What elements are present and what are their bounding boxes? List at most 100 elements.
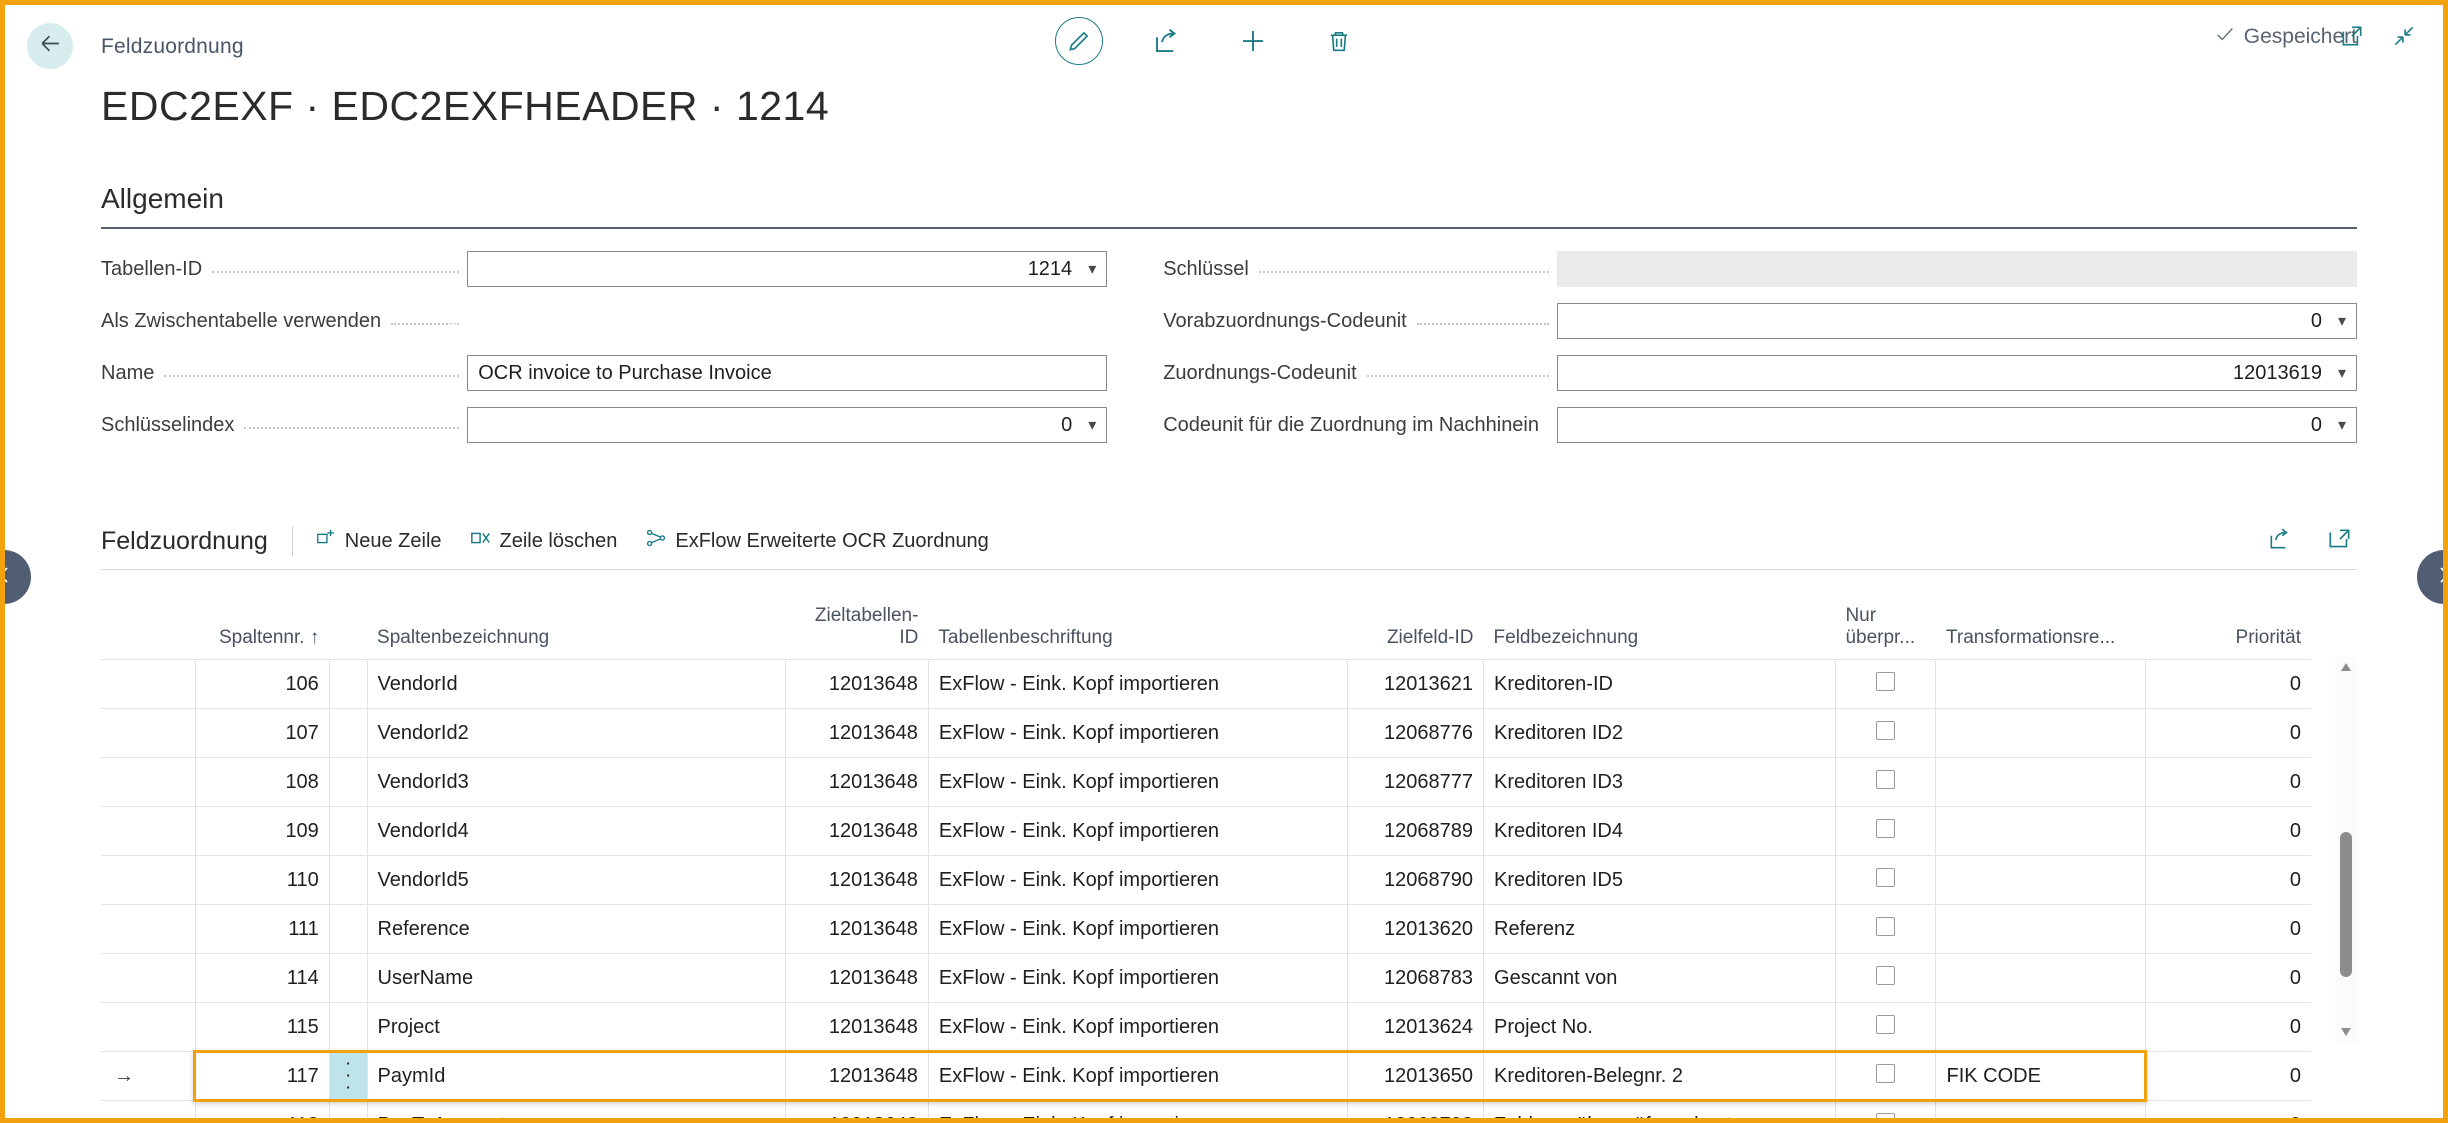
cell-nur-ueberpruefen[interactable]	[1835, 659, 1937, 709]
cell-zieltabellen-id[interactable]: 12013648	[785, 855, 929, 905]
scrollbar-thumb[interactable]	[2340, 832, 2352, 977]
cell-spaltennr[interactable]: 109	[195, 806, 330, 856]
cell-transformationsregel[interactable]	[1935, 806, 2146, 856]
checkbox[interactable]	[1876, 867, 1896, 887]
new-row-button[interactable]: Neue Zeile	[315, 527, 442, 555]
schluesselindex-input[interactable]: 0 ▾	[467, 407, 1108, 443]
cell-spaltenbezeichnung[interactable]: PayToAccount	[367, 1100, 787, 1118]
chevron-down-icon[interactable]: ▾	[1088, 259, 1096, 279]
cell-spaltennr[interactable]: 107	[195, 708, 330, 758]
open-in-new-window-button[interactable]	[2335, 21, 2369, 55]
chevron-down-icon[interactable]: ▾	[2338, 415, 2346, 435]
cell-prioritaet[interactable]: 0	[2145, 953, 2311, 1003]
vertical-dots-icon[interactable]: ·	[340, 1078, 357, 1097]
back-button[interactable]	[27, 23, 73, 69]
row-menu-cell[interactable]: · · ·	[329, 1051, 368, 1101]
cell-zieltabellen-id[interactable]: 12013648	[785, 659, 929, 709]
cell-zielfeld-id[interactable]: 12068776	[1347, 708, 1485, 758]
checkbox[interactable]	[1876, 965, 1896, 985]
cell-transformationsregel[interactable]	[1935, 708, 2146, 758]
row-selector-cell[interactable]	[147, 757, 196, 807]
cell-spaltennr[interactable]: 110	[195, 855, 330, 905]
row-menu-cell[interactable]	[329, 806, 368, 856]
cell-tabellenbeschriftung[interactable]: ExFlow - Eink. Kopf importieren	[928, 1100, 1348, 1118]
checkbox[interactable]	[1876, 769, 1896, 789]
cell-nur-ueberpruefen[interactable]	[1835, 855, 1937, 905]
cell-zieltabellen-id[interactable]: 12013648	[785, 1051, 929, 1101]
cell-spaltennr[interactable]: 115	[195, 1002, 330, 1052]
cell-spaltenbezeichnung[interactable]: VendorId3	[367, 757, 787, 807]
scroll-up-button[interactable]	[2335, 657, 2357, 677]
cell-tabellenbeschriftung[interactable]: ExFlow - Eink. Kopf importieren	[928, 1002, 1348, 1052]
cell-nur-ueberpruefen[interactable]	[1835, 953, 1937, 1003]
codeunit-nachhinein-input[interactable]: 0 ▾	[1557, 407, 2357, 443]
cell-prioritaet[interactable]: 0	[2145, 757, 2311, 807]
col-header-prioritaet[interactable]: Priorität	[2145, 605, 2311, 660]
cell-spaltennr[interactable]: 111	[195, 904, 330, 954]
table-row[interactable]: 109 VendorId4 12013648 ExFlow - Eink. Kopf …	[101, 806, 2311, 856]
chevron-down-icon[interactable]: ▾	[2338, 311, 2346, 331]
cell-feldbezeichnung[interactable]: Kreditoren ID2	[1483, 708, 1836, 758]
cell-transformationsregel[interactable]	[1935, 757, 2146, 807]
table-row[interactable]: 107 VendorId2 12013648 ExFlow - Eink. Kopf …	[101, 708, 2311, 758]
cell-feldbezeichnung[interactable]: Project No.	[1483, 1002, 1836, 1052]
row-selector-cell[interactable]	[147, 904, 196, 954]
checkbox[interactable]	[1876, 671, 1896, 691]
cell-spaltenbezeichnung[interactable]: Project	[367, 1002, 787, 1052]
cell-transformationsregel[interactable]	[1935, 953, 2146, 1003]
delete-row-button[interactable]: Zeile löschen	[470, 527, 617, 555]
cell-zielfeld-id[interactable]: 12068790	[1347, 855, 1485, 905]
cell-zieltabellen-id[interactable]: 12013648	[785, 1002, 929, 1052]
cell-prioritaet[interactable]: 0	[2145, 708, 2311, 758]
cell-prioritaet[interactable]: 0	[2145, 855, 2311, 905]
new-button[interactable]	[1231, 19, 1275, 63]
row-selector-cell[interactable]	[147, 659, 196, 709]
cell-tabellenbeschriftung[interactable]: ExFlow - Eink. Kopf importieren	[928, 708, 1348, 758]
cell-nur-ueberpruefen[interactable]	[1835, 1051, 1937, 1101]
open-in-excel-button[interactable]	[2323, 524, 2357, 558]
table-row[interactable]: 110 VendorId5 12013648 ExFlow - Eink. Kopf …	[101, 855, 2311, 905]
collapse-button[interactable]	[2387, 21, 2421, 55]
col-header-spaltennr[interactable]: Spaltennr. ↑	[195, 605, 329, 660]
cell-prioritaet[interactable]: 0	[2145, 806, 2311, 856]
row-menu-cell[interactable]	[329, 757, 368, 807]
cell-nur-ueberpruefen[interactable]	[1835, 1002, 1937, 1052]
cell-zielfeld-id[interactable]: 12013650	[1347, 1051, 1485, 1101]
cell-nur-ueberpruefen[interactable]	[1835, 806, 1937, 856]
cell-zielfeld-id[interactable]: 12068798	[1347, 1100, 1485, 1118]
cell-nur-ueberpruefen[interactable]	[1835, 708, 1937, 758]
share-button[interactable]	[1145, 19, 1189, 63]
exflow-mapping-button[interactable]: ExFlow Erweiterte OCR Zuordnung	[645, 527, 989, 555]
cell-zielfeld-id[interactable]: 12068789	[1347, 806, 1485, 856]
previous-record-button[interactable]	[5, 550, 31, 604]
row-selector-cell[interactable]	[147, 1100, 196, 1118]
cell-spaltennr[interactable]: 117	[195, 1051, 330, 1101]
cell-zieltabellen-id[interactable]: 12013648	[785, 904, 929, 954]
zuordnungs-codeunit-input[interactable]: 12013619 ▾	[1557, 355, 2357, 391]
subgrid-share-button[interactable]	[2263, 524, 2297, 558]
cell-nur-ueberpruefen[interactable]	[1835, 904, 1937, 954]
cell-tabellenbeschriftung[interactable]: ExFlow - Eink. Kopf importieren	[928, 757, 1348, 807]
cell-feldbezeichnung[interactable]: Kreditoren-Belegnr. 2	[1483, 1051, 1836, 1101]
cell-feldbezeichnung[interactable]: Referenz	[1483, 904, 1836, 954]
col-header-zieltabellen-id[interactable]: Zieltabellen-ID	[786, 605, 928, 660]
table-row[interactable]: 115 Project 12013648 ExFlow - Eink. Kopf im…	[101, 1002, 2311, 1052]
col-header-tabellenbeschriftung[interactable]: Tabellenbeschriftung	[928, 605, 1347, 660]
checkbox[interactable]	[1876, 1063, 1896, 1083]
cell-zielfeld-id[interactable]: 12068777	[1347, 757, 1485, 807]
cell-tabellenbeschriftung[interactable]: ExFlow - Eink. Kopf importieren	[928, 855, 1348, 905]
cell-feldbezeichnung[interactable]: Kreditoren-ID	[1483, 659, 1836, 709]
cell-prioritaet[interactable]: 0	[2145, 1051, 2311, 1101]
row-menu-cell[interactable]	[329, 708, 368, 758]
cell-zielfeld-id[interactable]: 12013620	[1347, 904, 1485, 954]
cell-spaltennr[interactable]: 114	[195, 953, 330, 1003]
cell-spaltenbezeichnung[interactable]: PaymId	[367, 1051, 787, 1101]
row-selector-cell[interactable]	[147, 708, 196, 758]
edit-button[interactable]	[1055, 17, 1103, 65]
row-selector-cell[interactable]	[147, 1051, 196, 1101]
checkbox[interactable]	[1876, 1014, 1896, 1034]
col-header-nur-ueberpruefen[interactable]: Nur überpr...	[1835, 605, 1936, 660]
cell-transformationsregel[interactable]	[1935, 855, 2146, 905]
cell-transformationsregel[interactable]	[1935, 1100, 2146, 1118]
cell-zieltabellen-id[interactable]: 12013648	[785, 953, 929, 1003]
